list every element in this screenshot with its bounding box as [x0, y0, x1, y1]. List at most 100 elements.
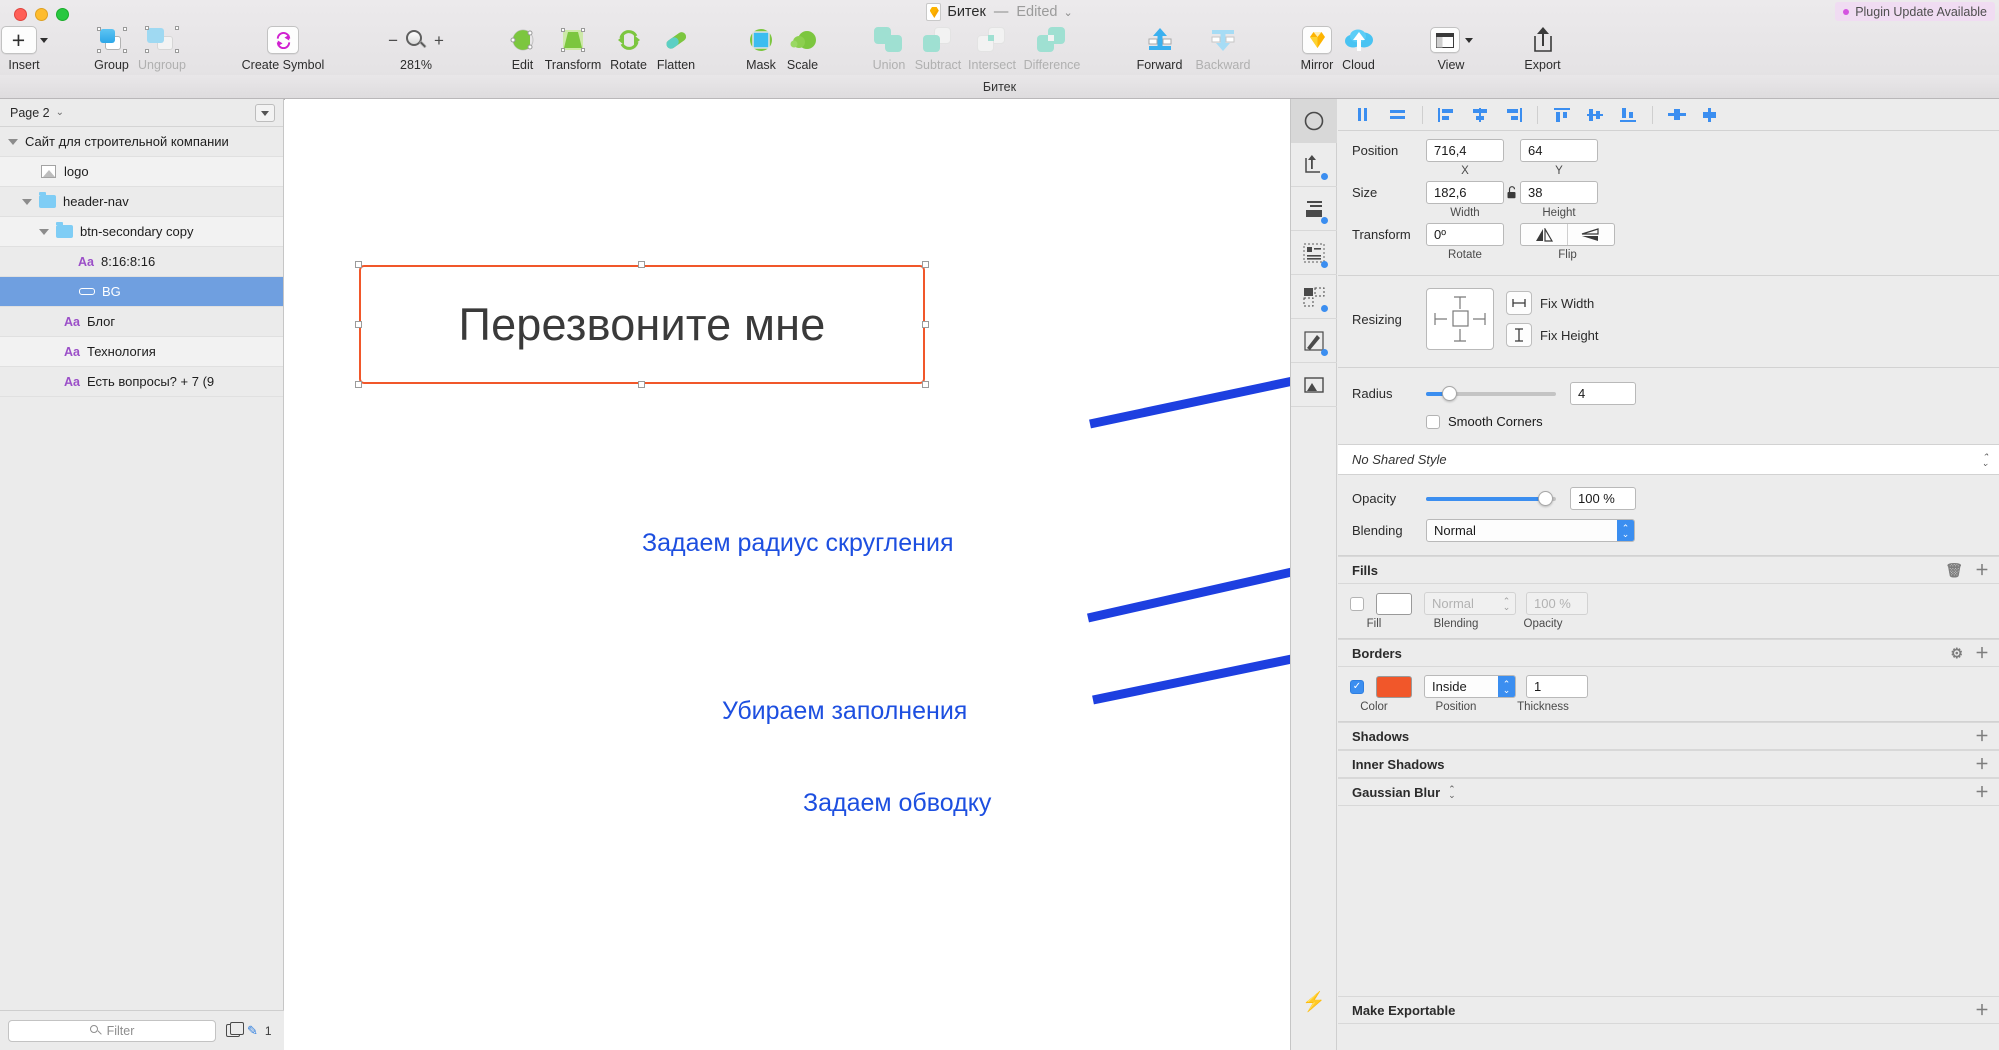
toolbar-transform[interactable]: Transform: [542, 20, 604, 78]
duplicate-icon[interactable]: [226, 1022, 244, 1037]
chevron-updown-icon[interactable]: ⌃ ⌄: [1617, 520, 1634, 541]
distribute-vertical-icon[interactable]: [1695, 104, 1725, 126]
selected-shape[interactable]: Перезвоните мне: [355, 261, 929, 388]
lock-aspect-icon[interactable]: [1506, 186, 1518, 199]
distribute-horizontal-icon[interactable]: [1662, 104, 1692, 126]
align-middle-vertical-icon[interactable]: [1580, 104, 1610, 126]
list-item[interactable]: Aa Есть вопросы? + 7 (9: [0, 367, 283, 397]
flip-buttons[interactable]: [1520, 223, 1615, 246]
resize-handle-bottom-left[interactable]: [355, 381, 362, 388]
toolbar-export[interactable]: Export: [1510, 20, 1575, 78]
fix-width-toggle[interactable]: Fix Width: [1506, 290, 1599, 316]
shadows-header[interactable]: Shadows ＋: [1338, 722, 1999, 750]
document-tab-label[interactable]: Битек: [983, 80, 1016, 94]
toolbar-view[interactable]: View: [1420, 20, 1482, 78]
resize-handle-bottom-center[interactable]: [638, 381, 645, 388]
list-item[interactable]: Сайт для строительной компании: [0, 127, 283, 157]
canvas-area[interactable]: Перезвоните мне Задаем радиус скругления…: [285, 99, 1290, 1050]
toolbar-scale[interactable]: Scale: [780, 20, 825, 78]
resizing-anchor-grid[interactable]: [1426, 288, 1494, 350]
position-y-input[interactable]: 64: [1520, 139, 1598, 162]
chevron-down-icon[interactable]: ⌄: [1063, 6, 1072, 19]
list-item[interactable]: BG: [0, 277, 283, 307]
resize-handle-middle-left[interactable]: [355, 321, 362, 328]
toolbar-create-symbol[interactable]: Create Symbol: [228, 20, 338, 78]
add-fill-icon[interactable]: ＋: [1975, 560, 1989, 580]
alignment-toolbar[interactable]: [1338, 99, 1999, 131]
border-enabled-checkbox[interactable]: ✓: [1350, 679, 1364, 694]
resize-handle-top-right[interactable]: [922, 261, 929, 268]
align-top-icon[interactable]: [1547, 104, 1577, 126]
rail-style-icon[interactable]: [1291, 319, 1337, 363]
border-color-swatch[interactable]: [1376, 675, 1412, 698]
plugin-update-badge[interactable]: Plugin Update Available: [1835, 2, 1995, 21]
gaussian-blur-header[interactable]: Gaussian Blur ⌃ ⌄ ＋: [1338, 778, 1999, 806]
align-left-edges-icon[interactable]: [1432, 104, 1462, 126]
search-input[interactable]: Filter: [8, 1019, 216, 1042]
rail-image-icon[interactable]: [1291, 363, 1337, 407]
fill-opacity-input[interactable]: 100 %: [1526, 592, 1588, 615]
smooth-corners-row[interactable]: Smooth Corners: [1338, 414, 1999, 429]
border-thickness-input[interactable]: 1: [1526, 675, 1588, 698]
toolbar-zoom[interactable]: − + 281%: [375, 20, 457, 78]
border-position-select[interactable]: Inside ⌃ ⌄: [1424, 675, 1516, 698]
align-center-horizontal-icon[interactable]: [1465, 104, 1495, 126]
add-blur-icon[interactable]: ＋: [1975, 782, 1989, 802]
list-item[interactable]: logo: [0, 157, 283, 187]
rotate-input[interactable]: 0º: [1426, 223, 1504, 246]
align-left-icon[interactable]: [1350, 104, 1380, 126]
page-selector[interactable]: Page 2 ⌄: [0, 99, 283, 127]
inner-shadows-header[interactable]: Inner Shadows ＋: [1338, 750, 1999, 778]
resize-handle-middle-right[interactable]: [922, 321, 929, 328]
zoom-in-button[interactable]: +: [434, 32, 444, 49]
add-shadow-icon[interactable]: ＋: [1975, 726, 1989, 746]
chevron-updown-icon[interactable]: ⌃ ⌄: [1448, 785, 1456, 800]
make-exportable-header[interactable]: Make Exportable ＋: [1338, 996, 1999, 1024]
list-item[interactable]: header-nav: [0, 187, 283, 217]
rail-export-icon[interactable]: [1291, 143, 1337, 187]
flip-horizontal-icon[interactable]: [1521, 227, 1567, 242]
shared-style-select[interactable]: No Shared Style ⌃ ⌄: [1338, 445, 1999, 475]
fill-enabled-checkbox[interactable]: [1350, 596, 1364, 611]
add-export-icon[interactable]: ＋: [1975, 1000, 1989, 1020]
opacity-input[interactable]: 100 %: [1570, 487, 1636, 510]
toolbar-cloud[interactable]: Cloud: [1332, 20, 1385, 78]
disclosure-triangle-icon[interactable]: [22, 198, 32, 205]
rail-mask-icon[interactable]: [1291, 275, 1337, 319]
size-width-input[interactable]: 182,6: [1426, 181, 1504, 204]
layers-list[interactable]: Сайт для строительной компании logo head…: [0, 127, 283, 1010]
add-inner-shadow-icon[interactable]: ＋: [1975, 754, 1989, 774]
rail-appearance-icon[interactable]: [1291, 99, 1337, 143]
radius-input[interactable]: 4: [1570, 382, 1636, 405]
size-height-input[interactable]: 38: [1520, 181, 1598, 204]
toolbar-insert[interactable]: + Insert: [0, 20, 48, 78]
blending-select[interactable]: Normal ⌃ ⌄: [1426, 519, 1635, 542]
toolbar-forward[interactable]: Forward: [1127, 20, 1192, 78]
flip-vertical-icon[interactable]: [1568, 227, 1614, 242]
add-border-icon[interactable]: ＋: [1975, 643, 1989, 663]
toolbar-edit[interactable]: Edit: [500, 20, 545, 78]
toolbar-mask[interactable]: Mask: [738, 20, 784, 78]
resize-handle-bottom-right[interactable]: [922, 381, 929, 388]
disclosure-triangle-icon[interactable]: [39, 228, 49, 235]
magnifier-icon[interactable]: [406, 30, 427, 50]
resize-handle-top-left[interactable]: [355, 261, 362, 268]
chevron-updown-icon[interactable]: ⌃ ⌄: [1498, 676, 1515, 697]
resize-handle-top-center[interactable]: [638, 261, 645, 268]
zoom-out-button[interactable]: −: [388, 32, 398, 49]
rail-text-icon[interactable]: [1291, 231, 1337, 275]
rail-layout-icon[interactable]: [1291, 187, 1337, 231]
pencil-icon[interactable]: ✎: [247, 1023, 258, 1039]
smooth-corners-checkbox[interactable]: [1426, 414, 1440, 429]
fill-color-swatch[interactable]: [1376, 592, 1412, 615]
radius-slider[interactable]: [1426, 385, 1556, 401]
align-bottom-icon[interactable]: [1613, 104, 1643, 126]
border-settings-gear-icon[interactable]: ⚙: [1950, 645, 1963, 662]
list-item[interactable]: Aa Технология: [0, 337, 283, 367]
delete-fill-icon[interactable]: 🗑: [1945, 562, 1963, 579]
chevron-updown-icon[interactable]: ⌃ ⌄: [1981, 452, 1989, 467]
position-x-input[interactable]: 716,4: [1426, 139, 1504, 162]
list-item[interactable]: btn-secondary copy: [0, 217, 283, 247]
fix-height-toggle[interactable]: Fix Height: [1506, 322, 1599, 348]
list-item[interactable]: Aa 8:16:8:16: [0, 247, 283, 277]
